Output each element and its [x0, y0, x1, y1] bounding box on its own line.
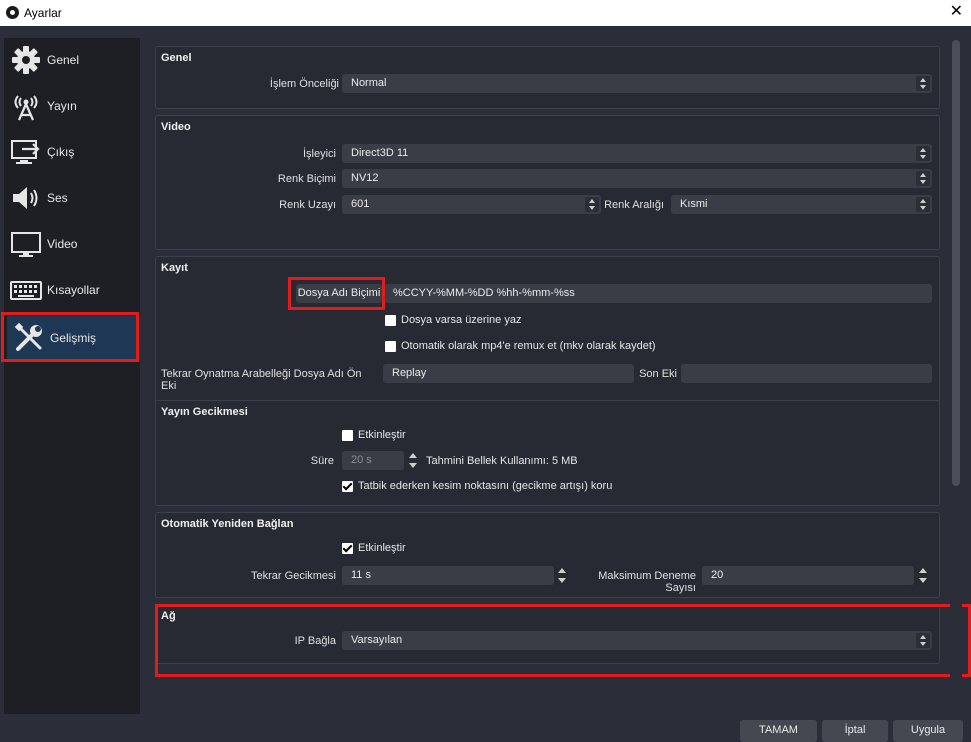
gear-icon [12, 46, 40, 74]
preserve-cutpoint-checkbox[interactable] [342, 481, 353, 492]
renderer-label: İşleyici [302, 148, 336, 160]
retry-delay-label: Tekrar Gecikmesi [251, 570, 336, 582]
replay-prefix-label: Tekrar Oynatma Arabelleği Dosya Adı Ön E… [161, 368, 362, 392]
duration-input[interactable]: 20 s [342, 451, 404, 470]
monitor-icon [11, 232, 41, 257]
tools-icon [14, 322, 42, 351]
duration-label: Süre [310, 455, 334, 467]
settings-sidebar: Genel Yayın Çıkış Ses Video Kısayollar G… [4, 38, 140, 714]
group-video: Video İşleyici Direct3D 11 Renk Biçimi N… [155, 115, 940, 250]
scrollbar-thumb[interactable] [952, 40, 960, 486]
group-stream-delay: Yayın Gecikmesi Etkinleştir Süre 20 s Ta… [155, 400, 940, 506]
process-priority-select[interactable]: Normal [342, 74, 932, 93]
scrollbar[interactable] [950, 38, 962, 714]
sidebar-item-label: Video [47, 237, 78, 251]
sidebar-item-label: Ses [47, 191, 68, 205]
group-title: Kayıt [161, 262, 188, 274]
sidebar-item-label: Genel [47, 53, 80, 67]
sidebar-item-label: Yayın [47, 99, 77, 113]
remux-checkbox[interactable] [385, 341, 396, 352]
close-icon[interactable]: ✕ [950, 2, 963, 22]
filename-format-input[interactable]: %CCYY-%MM-%DD %hh-%mm-%ss [384, 284, 932, 303]
apply-button[interactable]: Uygula [893, 720, 963, 742]
color-space-select[interactable]: 601 [342, 195, 601, 214]
chevron-updown-icon [916, 171, 930, 186]
preserve-cutpoint-label: Tatbik ederken kesim noktasını (gecikme … [358, 480, 613, 492]
sidebar-item-label: Kısayollar [47, 283, 100, 297]
reconnect-enable-label: Etkinleştir [358, 542, 406, 554]
speaker-icon [13, 187, 38, 209]
cancel-button[interactable]: İptal [822, 720, 888, 742]
sidebar-item-label: Çıkış [47, 145, 75, 159]
memory-usage-text: Tahmini Bellek Kullanımı: 5 MB [426, 455, 578, 467]
obs-logo-icon [6, 6, 19, 19]
bind-ip-select[interactable]: Varsayılan [342, 631, 932, 650]
ok-button[interactable]: TAMAM [740, 720, 817, 742]
keyboard-icon [10, 281, 42, 300]
color-format-select[interactable]: NV12 [342, 169, 932, 188]
suffix-label: Son Eki [639, 368, 677, 380]
sidebar-item-video[interactable]: Video [4, 222, 140, 266]
group-title: Yayın Gecikmesi [161, 406, 248, 418]
max-retries-input[interactable]: 20 [702, 566, 914, 585]
overwrite-label: Dosya varsa üzerine yaz [401, 314, 522, 326]
color-range-select[interactable]: Kısmi [671, 195, 932, 214]
group-title: Genel [161, 52, 192, 64]
chevron-updown-icon [916, 197, 930, 212]
group-reconnect: Otomatik Yeniden Bağlan Etkinleştir Tekr… [155, 512, 940, 598]
sidebar-item-kisayollar[interactable]: Kısayollar [4, 268, 140, 312]
title-bar: Ayarlar ✕ [0, 0, 971, 26]
broadcast-icon [14, 95, 38, 121]
sidebar-item-genel[interactable]: Genel [4, 38, 140, 82]
color-range-label: Renk Aralığı [604, 199, 664, 211]
sidebar-item-gelismis[interactable]: Gelişmiş [7, 316, 140, 360]
chevron-updown-icon [916, 146, 930, 161]
bind-ip-label: IP Bağla [294, 635, 336, 647]
remux-label: Otomatik olarak mp4'e remux et (mkv olar… [401, 340, 656, 352]
replay-prefix-input[interactable]: Replay [383, 364, 634, 383]
sidebar-item-ses[interactable]: Ses [4, 176, 140, 220]
chevron-updown-icon [916, 633, 930, 648]
duration-stepper-icon[interactable] [406, 451, 419, 470]
retry-delay-input[interactable]: 11 s [342, 566, 554, 585]
group-title: Ağ [161, 610, 176, 622]
stream-delay-enable-checkbox[interactable] [342, 430, 353, 441]
color-space-label: Renk Uzayı [279, 199, 336, 211]
renderer-select[interactable]: Direct3D 11 [342, 144, 932, 163]
chevron-updown-icon [916, 76, 930, 91]
max-retries-stepper-icon[interactable] [916, 566, 929, 585]
group-title: Otomatik Yeniden Bağlan [161, 518, 294, 530]
sidebar-item-label: Gelişmiş [50, 331, 97, 345]
group-network: Ağ IP Bağla Varsayılan [155, 604, 940, 664]
group-title: Video [161, 121, 191, 133]
chevron-updown-icon [585, 197, 599, 212]
max-retries-label: Maksimum Deneme Sayısı [598, 570, 696, 594]
window-title: Ayarlar [24, 6, 62, 20]
suffix-input[interactable] [681, 364, 932, 383]
color-format-label: Renk Biçimi [277, 173, 336, 185]
settings-content: Genel İşlem Önceliği Normal Video İşleyi… [148, 38, 948, 714]
sidebar-item-cikis[interactable]: Çıkış [4, 130, 140, 174]
stream-delay-enable-label: Etkinleştir [358, 429, 406, 441]
retry-delay-stepper-icon[interactable] [555, 566, 568, 585]
overwrite-checkbox[interactable] [385, 315, 396, 326]
reconnect-enable-checkbox[interactable] [342, 543, 353, 554]
process-priority-label: İşlem Önceliği [269, 78, 339, 90]
sidebar-item-yayin[interactable]: Yayın [4, 84, 140, 128]
filename-format-label: Dosya Adı Biçimi [296, 284, 382, 303]
output-icon [11, 140, 40, 164]
group-general: Genel İşlem Önceliği Normal [155, 46, 940, 109]
